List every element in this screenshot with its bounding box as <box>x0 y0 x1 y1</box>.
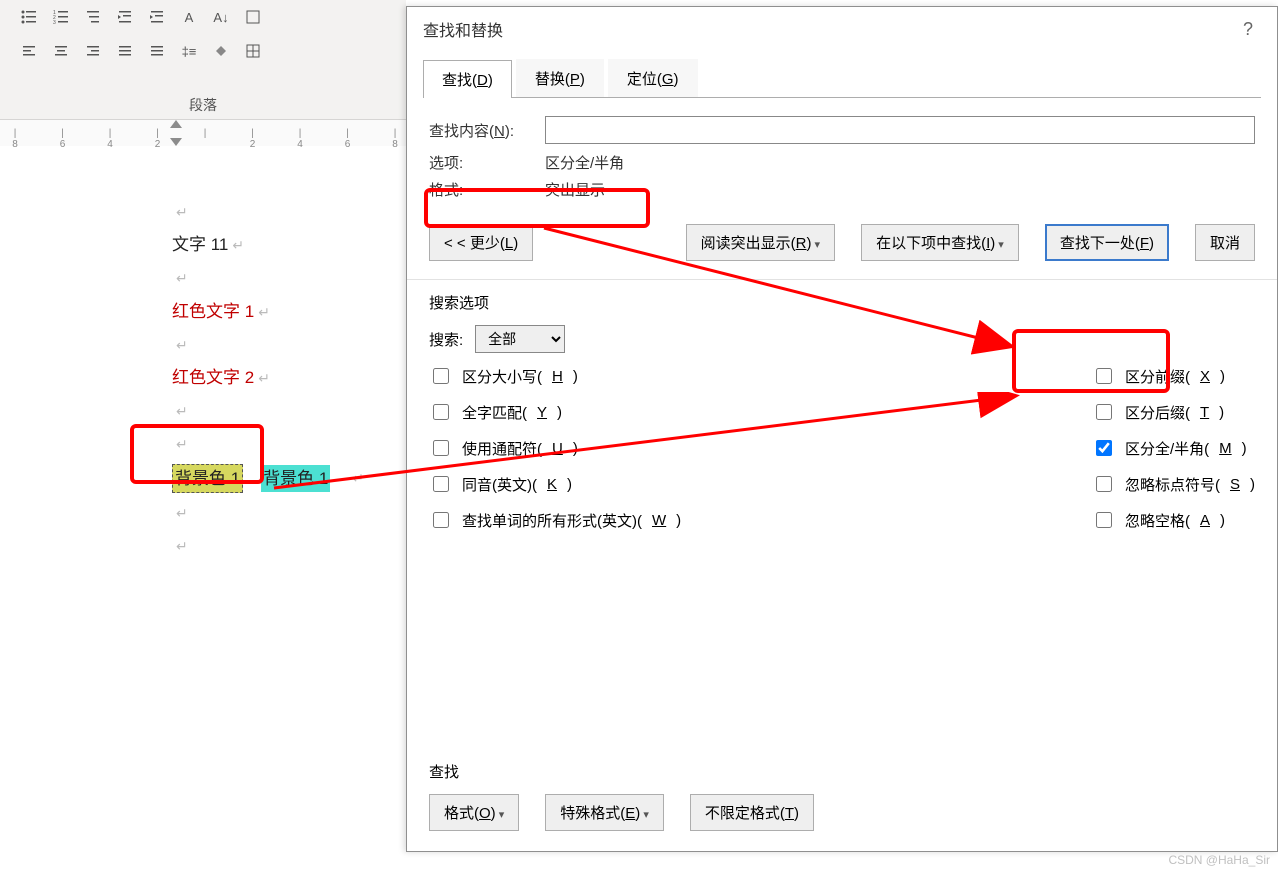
search-direction-select[interactable]: 全部 <box>475 325 565 353</box>
dialog-title: 查找和替换 <box>423 17 503 41</box>
dialog-titlebar[interactable]: 查找和替换 ? <box>407 7 1277 51</box>
watermark: CSDN @HaHa_Sir <box>1168 853 1270 867</box>
search-direction-label: 搜索: <box>429 329 463 350</box>
format-button[interactable]: 格式(O) <box>429 794 519 831</box>
find-replace-dialog: 查找和替换 ? 查找(D) 替换(P) 定位(G) 查找内容(N): 选项: 区… <box>406 6 1278 852</box>
less-button[interactable]: < < 更少(L) <box>429 224 533 261</box>
distribute-icon[interactable] <box>146 40 168 62</box>
align-center-icon[interactable] <box>50 40 72 62</box>
search-options-title: 搜索选项 <box>429 292 1255 313</box>
highlight-yellow: 背景色 1 <box>172 464 243 493</box>
find-section-title: 查找 <box>429 761 1249 782</box>
cb-whitespace[interactable]: 忽略空格(A) <box>1092 509 1255 531</box>
sort-icon[interactable]: A↓ <box>210 6 232 28</box>
svg-text:3: 3 <box>53 20 56 25</box>
tabstrip: 查找(D) 替换(P) 定位(G) <box>423 59 1261 98</box>
hanging-indent-marker[interactable] <box>170 138 182 146</box>
find-content-label: 查找内容(N): <box>429 120 545 141</box>
cb-prefix[interactable]: 区分前缀(X) <box>1092 365 1255 387</box>
box-icon[interactable] <box>242 6 264 28</box>
tab-replace[interactable]: 替换(P) <box>516 59 604 97</box>
decrease-indent-icon[interactable] <box>114 6 136 28</box>
line-spacing-icon[interactable]: ‡≡ <box>178 40 200 62</box>
find-next-button[interactable]: 查找下一处(F) <box>1045 224 1169 261</box>
first-line-indent-marker[interactable] <box>170 120 182 128</box>
ribbon: 123 A A↓ ‡≡ 段落 <box>0 0 406 120</box>
reading-highlight-button[interactable]: 阅读突出显示(R) <box>686 224 835 261</box>
tab-goto[interactable]: 定位(G) <box>608 59 698 97</box>
format-value: 突出显示 <box>545 179 605 200</box>
options-value: 区分全/半角 <box>545 152 624 173</box>
cb-sounds-like[interactable]: 同音(英文)(K) <box>429 473 681 495</box>
special-button[interactable]: 特殊格式(E) <box>545 794 664 831</box>
multilevel-list-icon[interactable] <box>82 6 104 28</box>
cb-wildcards[interactable]: 使用通配符(U) <box>429 437 681 459</box>
ribbon-group-label: 段落 <box>0 95 406 115</box>
borders-icon[interactable] <box>242 40 264 62</box>
bullets-icon[interactable] <box>18 6 40 28</box>
align-right-icon[interactable] <box>82 40 104 62</box>
cb-whole-word[interactable]: 全字匹配(Y) <box>429 401 681 423</box>
shading-icon[interactable] <box>210 40 232 62</box>
no-format-button[interactable]: 不限定格式(T) <box>690 794 814 831</box>
doc-text-red2: 红色文字 2 <box>172 368 254 387</box>
align-justify-icon[interactable] <box>114 40 136 62</box>
doc-text-line: 文字 11 <box>172 235 228 254</box>
text-effects-icon[interactable]: A <box>178 6 200 28</box>
increase-indent-icon[interactable] <box>146 6 168 28</box>
find-in-button[interactable]: 在以下项中查找(I) <box>861 224 1019 261</box>
cancel-button[interactable]: 取消 <box>1195 224 1255 261</box>
document-area[interactable]: ↵ 文字 11↵ ↵ 红色文字 1↵ ↵ 红色文字 2↵ ↵ ↵ 背景色 1 背… <box>172 198 392 565</box>
align-left-icon[interactable] <box>18 40 40 62</box>
doc-text-red1: 红色文字 1 <box>172 302 254 321</box>
cb-full-half[interactable]: 区分全/半角(M) <box>1092 437 1255 459</box>
find-content-input[interactable] <box>545 116 1255 144</box>
ruler[interactable]: | 8| 6| 4| 2|| 2| 4| 6| 8 <box>0 120 406 146</box>
cb-match-case[interactable]: 区分大小写(H) <box>429 365 681 387</box>
options-label: 选项: <box>429 152 545 173</box>
cb-suffix[interactable]: 区分后缀(T) <box>1092 401 1255 423</box>
format-label: 格式: <box>429 179 545 200</box>
cb-word-forms[interactable]: 查找单词的所有形式(英文)(W) <box>429 509 681 531</box>
tab-find[interactable]: 查找(D) <box>423 60 512 98</box>
cb-punctuation[interactable]: 忽略标点符号(S) <box>1092 473 1255 495</box>
help-button[interactable]: ? <box>1235 19 1261 40</box>
highlight-cyan: 背景色 1 <box>261 465 330 492</box>
numbering-icon[interactable]: 123 <box>50 6 72 28</box>
